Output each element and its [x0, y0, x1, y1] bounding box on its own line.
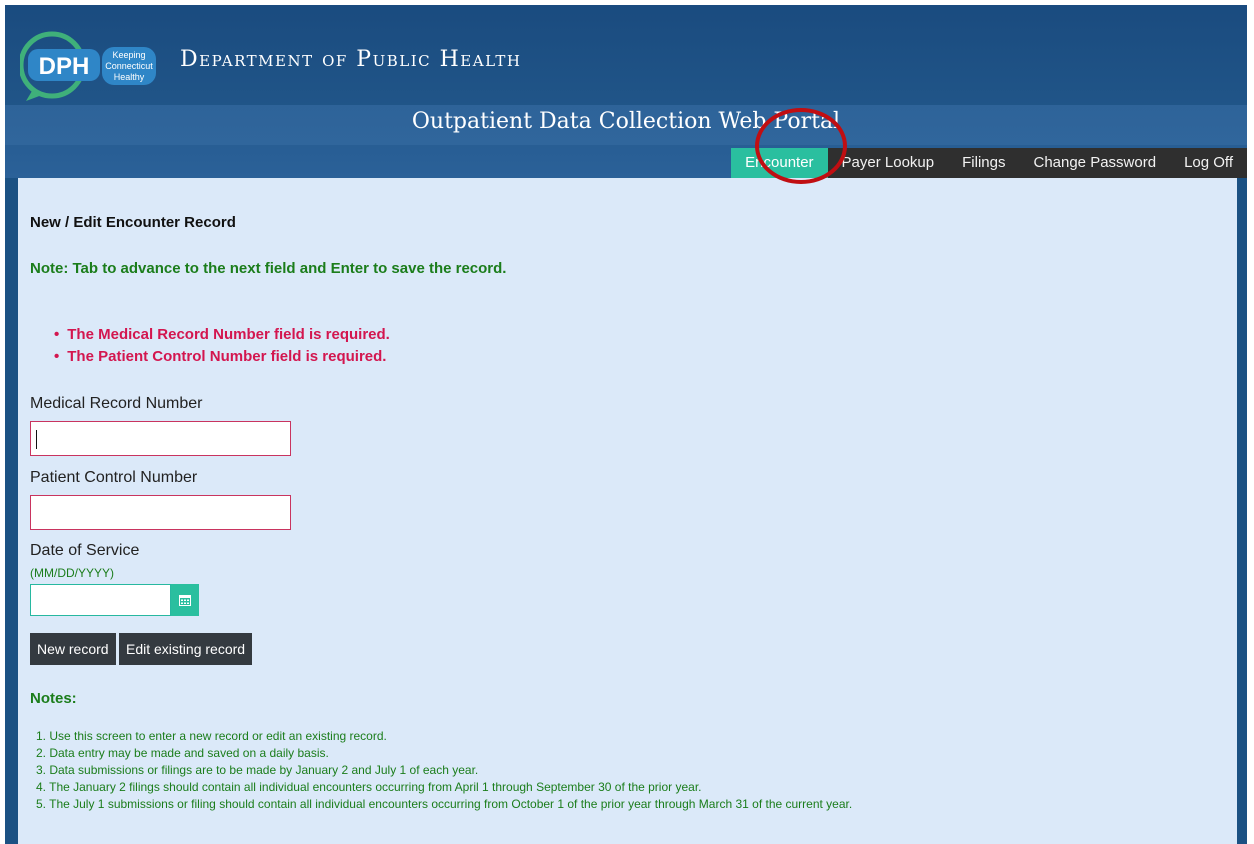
note-item: 2. Data entry may be made and saved on a… — [36, 746, 329, 760]
page-title: New / Edit Encounter Record — [30, 214, 236, 231]
edit-existing-record-button[interactable]: Edit existing record — [119, 633, 253, 665]
form-note: Note: Tab to advance to the next field a… — [30, 260, 507, 277]
department-title: Department of Public Health — [180, 47, 522, 72]
dph-logo-icon: DPH Keeping Connecticut Healthy — [20, 31, 156, 101]
date-of-service-input[interactable] — [30, 584, 171, 616]
note-item: 1. Use this screen to enter a new record… — [36, 729, 387, 743]
nav-log-off[interactable]: Log Off — [1170, 148, 1247, 178]
annotation-circle — [755, 108, 847, 184]
medical-record-number-input[interactable] — [30, 421, 291, 456]
nav-change-password[interactable]: Change Password — [1019, 148, 1170, 178]
validation-errors: The Medical Record Number field is requi… — [54, 324, 390, 368]
note-item: 3. Data submissions or filings are to be… — [36, 763, 479, 777]
medical-record-number-label: Medical Record Number — [30, 395, 203, 412]
date-of-service-label: Date of Service — [30, 542, 140, 559]
note-item: 5. The July 1 submissions or filing shou… — [36, 797, 853, 811]
calendar-icon — [179, 595, 191, 606]
logo-tagline-2: Connecticut — [105, 61, 153, 71]
text-caret — [36, 430, 37, 449]
logo-text: DPH — [39, 53, 90, 80]
patient-control-number-input[interactable] — [30, 495, 291, 530]
notes-list: 1. Use this screen to enter a new record… — [36, 728, 852, 813]
nav-filings[interactable]: Filings — [948, 148, 1019, 178]
error-item-mrn: The Medical Record Number field is requi… — [54, 324, 390, 346]
note-item: 4. The January 2 filings should contain … — [36, 780, 702, 794]
notes-title: Notes: — [30, 690, 77, 707]
logo-tagline-1: Keeping — [112, 50, 145, 60]
new-record-button[interactable]: New record — [30, 633, 116, 665]
calendar-button[interactable] — [171, 584, 199, 616]
error-item-pcn: The Patient Control Number field is requ… — [54, 346, 390, 368]
portal-title: Outpatient Data Collection Web Portal — [411, 109, 841, 134]
logo-tagline-3: Healthy — [114, 72, 145, 82]
site-header: DPH Keeping Connecticut Healthy Departme… — [5, 5, 1247, 178]
date-format-hint: (MM/DD/YYYY) — [30, 566, 114, 580]
patient-control-number-label: Patient Control Number — [30, 469, 198, 486]
main-content: New / Edit Encounter Record Note: Tab to… — [18, 178, 1237, 844]
